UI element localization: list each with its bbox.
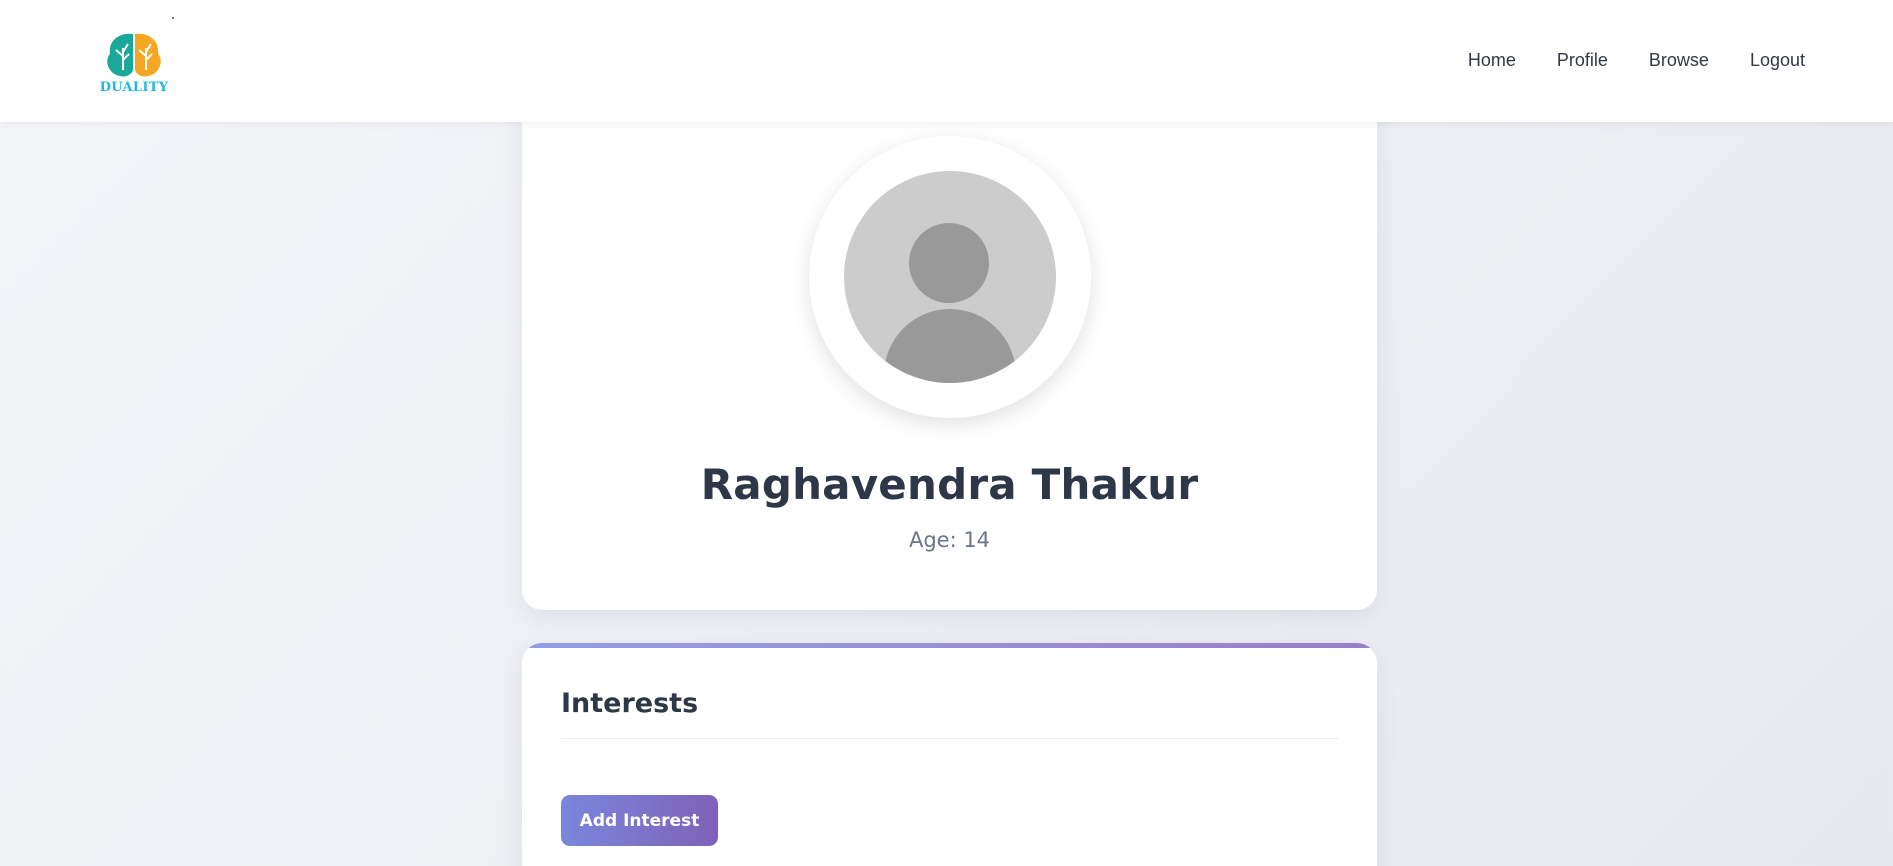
decorative-dot xyxy=(172,17,174,19)
interests-title: Interests xyxy=(561,688,699,719)
top-navbar: DUALITY Home Profile Browse Logout xyxy=(0,0,1893,122)
interests-card: Interests Add Interest xyxy=(522,643,1377,866)
nav-home-link[interactable]: Home xyxy=(1468,50,1516,71)
avatar-head xyxy=(909,223,989,303)
nav-profile-link[interactable]: Profile xyxy=(1557,50,1608,71)
nav-browse-link[interactable]: Browse xyxy=(1649,50,1709,71)
interests-divider xyxy=(561,738,1338,739)
brain-leaf-icon xyxy=(107,33,161,77)
nav-logout-link[interactable]: Logout xyxy=(1750,50,1805,71)
avatar-frame xyxy=(809,136,1091,418)
main-nav: Home Profile Browse Logout xyxy=(1468,50,1805,71)
interests-accent-bar xyxy=(522,643,1377,648)
add-interest-button[interactable]: Add Interest xyxy=(561,795,718,846)
profile-age: Age: 14 xyxy=(908,528,991,552)
default-user-icon xyxy=(844,171,1056,383)
profile-name: Raghavendra Thakur xyxy=(700,460,1199,509)
avatar-body xyxy=(884,309,1016,383)
profile-card: Raghavendra Thakur Age: 14 xyxy=(522,90,1377,610)
brand-wordmark: DUALITY xyxy=(99,80,169,95)
brand-logo[interactable]: DUALITY xyxy=(98,30,170,98)
